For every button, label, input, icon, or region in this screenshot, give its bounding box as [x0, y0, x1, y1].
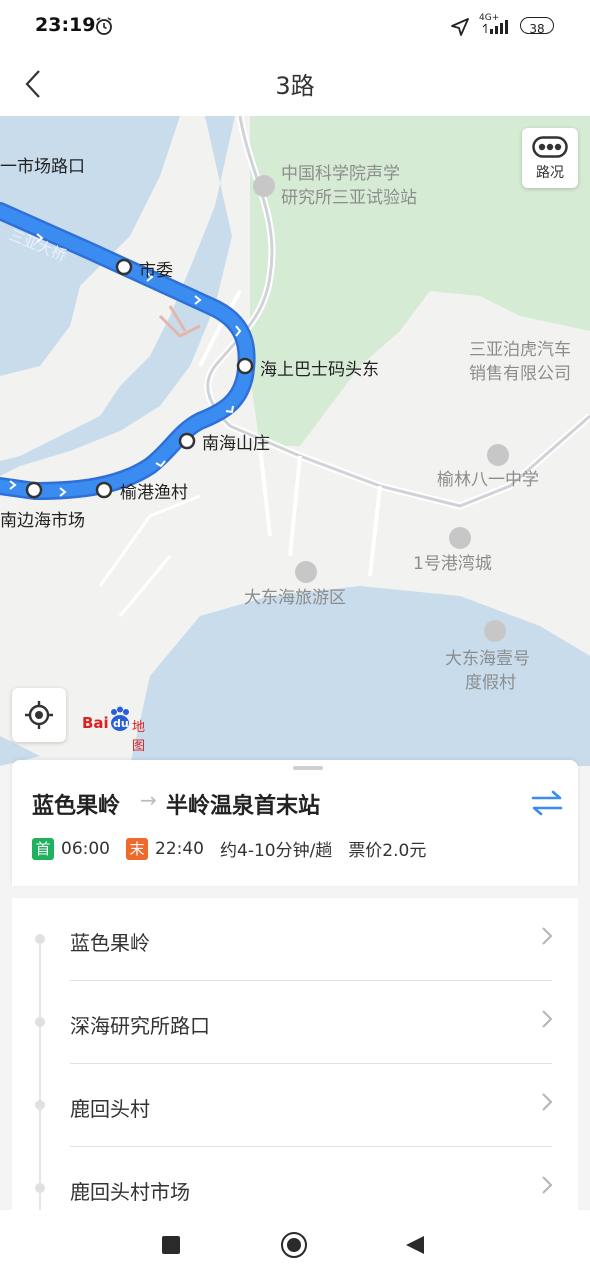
station-marker[interactable]: [25, 481, 43, 499]
station-marker[interactable]: [178, 432, 196, 450]
battery-level: 38: [529, 22, 545, 36]
stop-dot: [35, 1017, 45, 1027]
first-bus-badge: 首: [32, 837, 54, 860]
locate-icon: [25, 701, 53, 729]
baidu-logo-bai: Bai: [82, 714, 109, 732]
last-bus-time: 22:40: [155, 838, 204, 859]
home-dot: [286, 1237, 301, 1252]
traffic-label: 路况: [536, 165, 564, 181]
poi-institute-line1: 中国科学院声学: [281, 164, 400, 184]
chevron-right-icon: [542, 927, 553, 945]
map-label-south-market: 南边海市场: [0, 511, 85, 531]
alarm-icon: [96, 17, 112, 35]
poi-auto-line2: 销售有限公司: [469, 364, 571, 384]
poi-auto-line1: 三亚泊虎汽车: [469, 340, 571, 360]
route-destination: 半岭温泉首末站: [166, 794, 321, 819]
last-bus-badge: 末: [126, 837, 148, 860]
institute-poi-icon: [253, 175, 275, 197]
stop-dot: [35, 1100, 45, 1110]
station-label-bus-pier: 海上巴士码头东: [260, 360, 379, 380]
swap-arrows-icon: [531, 790, 563, 816]
home-button[interactable]: [281, 1232, 307, 1258]
nav-bar: 3路: [0, 52, 590, 116]
scenic-poi-icon: [295, 561, 317, 583]
stop-name: 蓝色果岭: [70, 931, 150, 955]
poi-tourism-area: 大东海旅游区: [244, 588, 346, 608]
stop-name: 深海研究所路口: [70, 1014, 210, 1038]
route-info-card: 蓝色果岭 → 半岭温泉首末站 首 06:00 末 22:40 约4-10分钟/趟…: [12, 760, 578, 886]
battery-icon: 38: [520, 17, 554, 36]
system-nav-bar: [0, 1210, 590, 1280]
map-view[interactable]: 一市场路口 三亚大桥 市委 海上巴士码头东 南海山庄 榆港渔村 南边海市场 中国…: [0, 116, 590, 766]
stop-list: 蓝色果岭 深海研究所路口 鹿回头村 鹿回头村市场: [12, 898, 578, 1210]
location-arrow-icon: [451, 18, 469, 36]
school-poi-icon: [487, 444, 509, 466]
station-label-yugang: 榆港渔村: [120, 483, 188, 503]
mall-poi-icon: [449, 527, 471, 549]
page-title: 3路: [275, 72, 315, 100]
recent-apps-button[interactable]: [162, 1236, 180, 1254]
map-label-market-road: 一市场路口: [0, 157, 85, 177]
stop-item[interactable]: 鹿回头村市场: [12, 1147, 578, 1210]
poi-institute-line2: 研究所三亚试验站: [281, 188, 417, 208]
stop-dot: [35, 1183, 45, 1193]
station-marker[interactable]: [115, 258, 133, 276]
stop-item[interactable]: 鹿回头村: [12, 1064, 578, 1147]
status-time: 23:19: [35, 14, 96, 36]
stop-name: 鹿回头村: [70, 1097, 150, 1121]
drag-handle[interactable]: [293, 766, 323, 770]
chevron-right-icon: [542, 1010, 553, 1028]
poi-school: 榆林八一中学: [437, 470, 539, 490]
locate-button[interactable]: [12, 688, 66, 742]
station-label-nanhai: 南海山庄: [202, 434, 270, 454]
schedule-row: 首 06:00 末 22:40 约4-10分钟/趟 票价2.0元: [32, 836, 426, 861]
bus-interval: 约4-10分钟/趟: [220, 841, 333, 861]
route-arrow: →: [140, 788, 157, 812]
poi-harbor-city: 1号港湾城: [413, 554, 492, 574]
stop-name: 鹿回头村市场: [70, 1180, 190, 1204]
back-triangle-icon[interactable]: [404, 1234, 426, 1256]
swap-direction-button[interactable]: [530, 788, 564, 818]
stop-item[interactable]: 蓝色果岭: [12, 898, 578, 981]
station-marker[interactable]: [95, 481, 113, 499]
poi-resort-line1: 大东海壹号: [445, 649, 530, 669]
route-origin: 蓝色果岭: [32, 794, 121, 819]
station-label-shiwei: 市委: [139, 261, 173, 281]
first-bus-time: 06:00: [61, 838, 110, 859]
signal-icon: [482, 20, 508, 34]
stop-item[interactable]: 深海研究所路口: [12, 981, 578, 1064]
baidu-logo-du: du: [113, 717, 129, 730]
chevron-right-icon: [542, 1176, 553, 1194]
traffic-icon: [532, 136, 568, 158]
chevron-right-icon: [542, 1093, 553, 1111]
stop-dot: [35, 934, 45, 944]
resort-poi-icon: [484, 620, 506, 642]
traffic-button[interactable]: 路况: [522, 128, 578, 188]
status-bar: 23:19 4G+ 38: [0, 0, 590, 52]
bus-fare: 票价2.0元: [348, 841, 427, 861]
poi-resort-line2: 度假村: [465, 673, 516, 693]
station-marker[interactable]: [236, 357, 254, 375]
baidu-logo-map-text: 地图: [132, 720, 146, 754]
